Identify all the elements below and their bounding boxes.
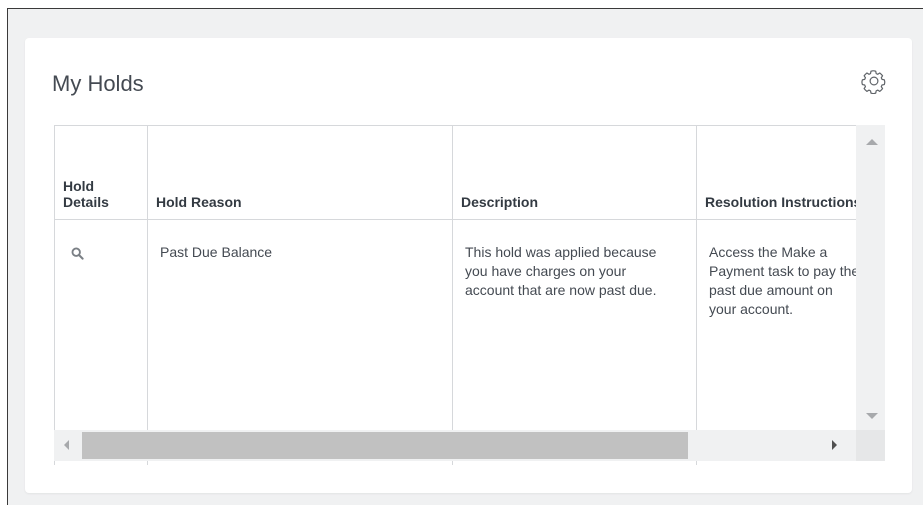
scrollbar-corner bbox=[856, 430, 885, 461]
header-row: Hold Details Hold Reason Description Res… bbox=[54, 125, 885, 220]
scroll-up-icon[interactable] bbox=[866, 139, 878, 145]
my-holds-card: My Holds Hold Details Hold Reason Descri… bbox=[25, 38, 912, 493]
vertical-scrollbar[interactable] bbox=[856, 125, 885, 430]
column-header-hold-details[interactable]: Hold Details bbox=[54, 125, 148, 220]
scroll-down-icon[interactable] bbox=[866, 413, 878, 419]
horizontal-scroll-thumb[interactable] bbox=[82, 432, 688, 459]
holds-grid: Hold Details Hold Reason Description Res… bbox=[54, 125, 885, 465]
scroll-left-icon[interactable] bbox=[64, 440, 69, 450]
search-icon[interactable] bbox=[71, 247, 84, 260]
scroll-right-icon[interactable] bbox=[832, 440, 837, 450]
card-title: My Holds bbox=[52, 71, 144, 96]
table-row: Past Due Balance This hold was applied b… bbox=[54, 219, 885, 465]
description-cell: This hold was applied because you have c… bbox=[452, 219, 697, 465]
column-header-hold-reason[interactable]: Hold Reason bbox=[147, 125, 453, 220]
holds-table: Hold Details Hold Reason Description Res… bbox=[54, 125, 885, 465]
gear-icon[interactable] bbox=[861, 68, 887, 94]
horizontal-scrollbar[interactable] bbox=[54, 430, 856, 461]
hold-reason-cell: Past Due Balance bbox=[147, 219, 453, 465]
column-header-description[interactable]: Description bbox=[452, 125, 697, 220]
hold-details-cell bbox=[54, 219, 148, 465]
